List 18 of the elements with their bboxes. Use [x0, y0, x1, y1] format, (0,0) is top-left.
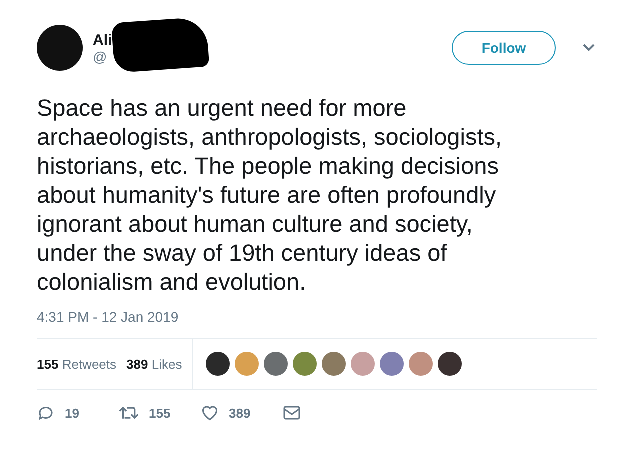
liker-avatar[interactable] [206, 352, 230, 376]
action-count: 19 [65, 406, 80, 420]
follow-button[interactable]: Follow [452, 31, 556, 65]
reply-icon[interactable] [37, 404, 55, 422]
liker-avatar[interactable] [438, 352, 462, 376]
retweet-icon[interactable] [119, 404, 139, 422]
author-handle: @ [93, 48, 108, 64]
action-count: 155 [149, 406, 171, 420]
tweet-text: Space has an urgent need for more archaeologists, anthropologists, sociologists, historians, etc. The people making decisions about humanity's future are often profoundly ignorant about human culture and society, under the sway of 19th century ideas of colonialism and evolution. [37, 94, 504, 297]
envelope-icon[interactable] [283, 405, 301, 421]
heart-icon[interactable] [201, 404, 219, 422]
timestamp[interactable]: 4:31 PM - 12 Jan 2019 [37, 309, 597, 339]
stat-link[interactable]: 389 Likes [126, 356, 182, 372]
avatar[interactable] [37, 25, 83, 71]
chevron-down-icon[interactable] [582, 43, 596, 53]
stat-link[interactable]: 155 Retweets [37, 356, 117, 372]
author-name[interactable]: Ali [93, 32, 442, 48]
action-count: 389 [229, 406, 251, 420]
